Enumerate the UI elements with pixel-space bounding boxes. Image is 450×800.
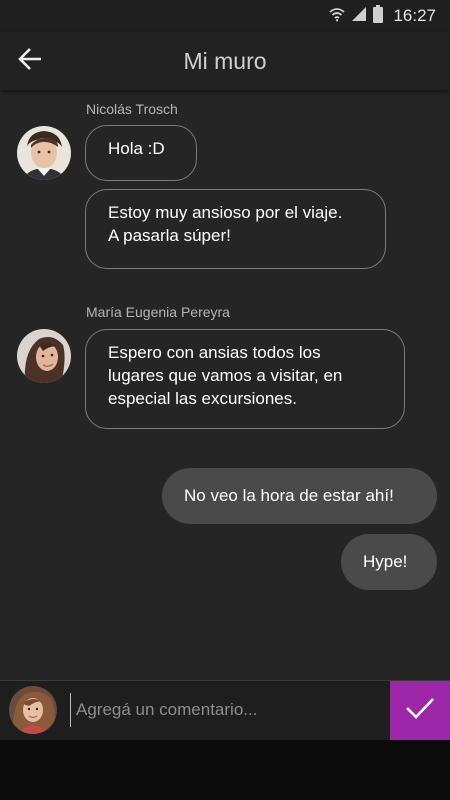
message-bubble: Espero con ansias todos los lugares que … — [85, 329, 405, 429]
outgoing-message-bubble: Hype! — [341, 534, 437, 590]
wifi-icon — [329, 6, 346, 27]
message-bubble: Hola :D — [85, 125, 197, 181]
comment-input[interactable] — [70, 693, 380, 727]
message-bubble: Estoy muy ansioso por el viaje. A pasarl… — [85, 189, 386, 269]
battery-icon — [373, 4, 384, 28]
sender-name: María Eugenia Pereyra — [86, 304, 230, 320]
status-icons: 16:27 — [329, 4, 436, 28]
checkmark-icon — [405, 696, 435, 725]
send-button[interactable] — [390, 681, 450, 740]
page-title: Mi muro — [183, 48, 267, 74]
avatar — [9, 686, 57, 734]
sender-name: Nicolás Trosch — [86, 101, 178, 117]
avatar[interactable] — [17, 126, 71, 180]
status-bar: 16:27 — [0, 0, 450, 32]
status-time: 16:27 — [393, 6, 436, 25]
signal-icon — [351, 6, 367, 27]
system-nav-area — [0, 740, 450, 800]
app-bar: Mi muro — [0, 32, 450, 90]
comment-bar — [0, 680, 450, 740]
outgoing-message-bubble: No veo la hora de estar ahí! — [162, 468, 437, 524]
avatar[interactable] — [17, 329, 71, 383]
